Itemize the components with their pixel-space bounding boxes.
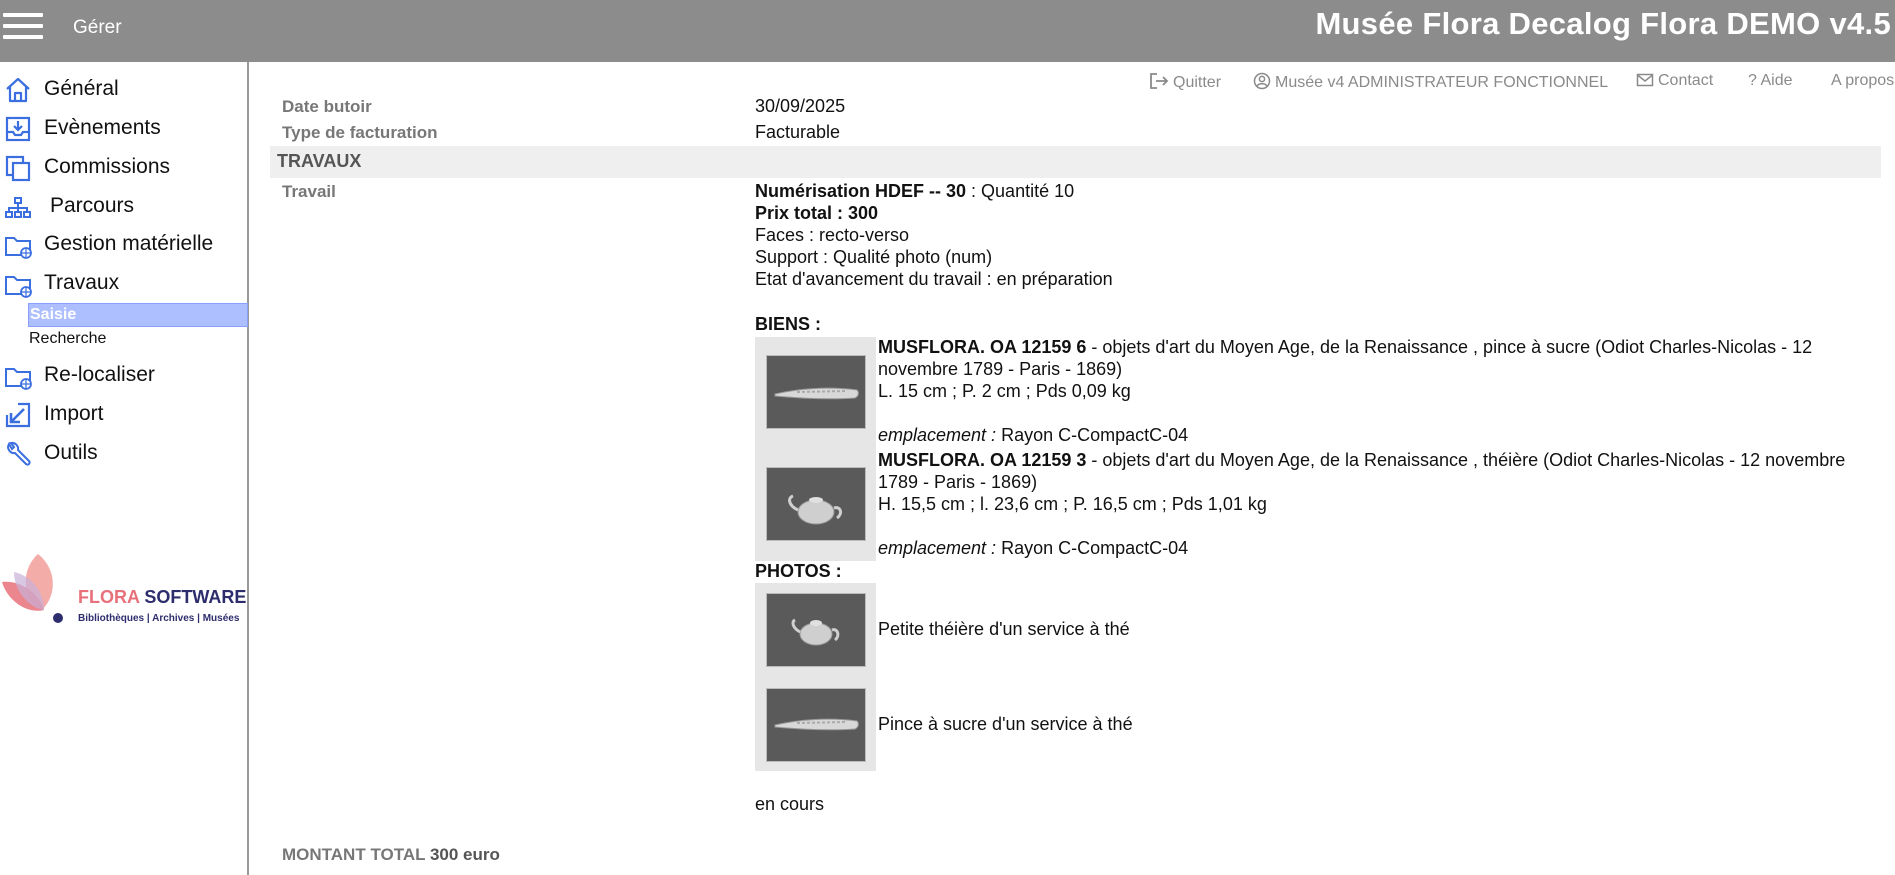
sidebar-item-import[interactable]: Import [0,398,247,432]
envelope-icon [1636,73,1654,87]
photo-teapot-thumbnail[interactable] [766,593,866,667]
sidebar-item-general[interactable]: Général [0,73,247,107]
contact-link[interactable]: Contact [1636,72,1713,90]
work-title: Numérisation HDEF -- 30 : Quantité 10 [755,181,1075,201]
bien-dims: H. 15,5 cm ; l. 23,6 cm ; P. 16,5 cm ; P… [878,494,1267,514]
sign-out-icon [1150,73,1169,89]
sidebar-item-parcours[interactable]: Parcours [0,190,247,224]
section-travaux: TRAVAUX [270,146,1881,178]
photos-title: PHOTOS : [755,561,842,581]
sidebar-item-re-localiser[interactable]: Re-localiser [0,359,247,393]
folder-globe-icon [5,368,32,390]
bien-location: emplacement : Rayon C-CompactC-04 [878,538,1189,558]
about-link[interactable]: A propos [1831,72,1894,90]
sidebar-item-label: Gestion matérielle [44,232,214,255]
work-total-price: Prix total : 300 [755,203,879,223]
sidebar-item-label: Parcours [50,194,135,217]
biens-title: BIENS : [755,314,822,334]
sidebar-item-travaux[interactable]: Travaux [0,267,247,301]
sidebar-item-label: Evènements [44,116,161,139]
teapot-image [767,468,865,540]
work-status: Etat d'avancement du travail : en prépar… [755,269,1113,289]
bien-id[interactable]: MUSFLORA. OA 12159 6 [878,337,1086,357]
photo-sugar-tongs-thumbnail[interactable] [766,688,866,762]
sugar-tongs-image [767,689,865,761]
sidebar-item-label: Re-localiser [44,363,155,386]
deadline-label: Date butoir [282,97,372,116]
top-bar: Gérer Musée Flora Decalog Flora DEMO v4.… [0,0,1895,62]
work-progress-status: en cours [755,794,825,814]
home-icon [6,77,30,103]
sidebar-item-label: Commissions [44,155,171,178]
sitemap-icon [5,197,31,218]
sidebar-item-outils[interactable]: Outils [0,437,247,471]
folder-globe-icon [5,237,32,259]
inbox-download-icon [5,116,31,142]
folder-globe-icon [5,276,32,298]
work-support: Support : Qualité photo (num) [755,247,993,267]
sidebar-subitem-recherche[interactable]: Recherche [28,328,247,350]
teapot-image [767,594,865,666]
user-circle-icon [1253,72,1271,90]
sidebar-item-gestion-materielle[interactable]: Gestion matérielle [0,228,247,262]
arrow-import-icon [5,402,31,428]
flora-software-logo: FLORA SOFTWARE Bibliothèques | Archives … [0,552,247,632]
bien-dims: L. 15 cm ; P. 2 cm ; Pds 0,09 kg [878,381,1131,401]
bien-item: MUSFLORA. OA 12159 6 - objets d'art du M… [878,336,1878,446]
manage-menu-label[interactable]: Gérer [73,17,122,39]
bien-item: MUSFLORA. OA 12159 3 - objets d'art du M… [878,449,1878,559]
hamburger-menu-icon[interactable] [3,13,43,43]
sidebar-subitem-label: Saisie [30,306,77,323]
work-faces: Faces : recto-verso [755,225,910,245]
sidebar-item-label: Général [44,77,119,100]
bien-location: emplacement : Rayon C-CompactC-04 [878,425,1189,445]
photo-caption: Petite théière d'un service à thé [878,619,1130,639]
sidebar: Général Evènements Commissions Parcours … [0,62,249,875]
sugar-tongs-thumbnail[interactable] [766,355,866,429]
billing-type-value: Facturable [755,122,841,142]
sidebar-item-label: Outils [44,441,98,464]
app-title: Musée Flora Decalog Flora DEMO v4.5 [1315,6,1891,41]
travail-label: Travail [282,182,336,201]
logo-wordmark: FLORA SOFTWARE [78,587,247,607]
wrench-icon [7,441,31,466]
sugar-tongs-image [767,356,865,428]
sidebar-subitem-label: Recherche [29,330,107,347]
logo-tagline: Bibliothèques | Archives | Musées [78,613,240,624]
sidebar-item-commissions[interactable]: Commissions [0,151,247,185]
teapot-thumbnail[interactable] [766,467,866,541]
quit-link[interactable]: Quitter [1149,72,1221,92]
deadline-value: 30/09/2025 [755,96,846,116]
section-title: TRAVAUX [277,151,362,171]
flora-leaf-icon [2,554,63,623]
user-profile-link[interactable]: Musée v4 ADMINISTRATEUR FONCTIONNEL [1253,72,1608,92]
sidebar-item-label: Travaux [44,271,120,294]
sidebar-subitem-saisie[interactable]: Saisie [28,303,248,327]
total-amount: MONTANT TOTAL 300 euro [282,845,500,864]
photo-caption: Pince à sucre d'un service à thé [878,714,1133,734]
bien-id[interactable]: MUSFLORA. OA 12159 3 [878,450,1086,470]
sidebar-item-events[interactable]: Evènements [0,112,247,146]
help-link[interactable]: ? Aide [1748,72,1793,90]
copy-icon [5,155,31,182]
sidebar-item-label: Import [44,402,104,425]
billing-type-label: Type de facturation [282,123,438,142]
question-mark-icon: ? [1748,72,1757,89]
